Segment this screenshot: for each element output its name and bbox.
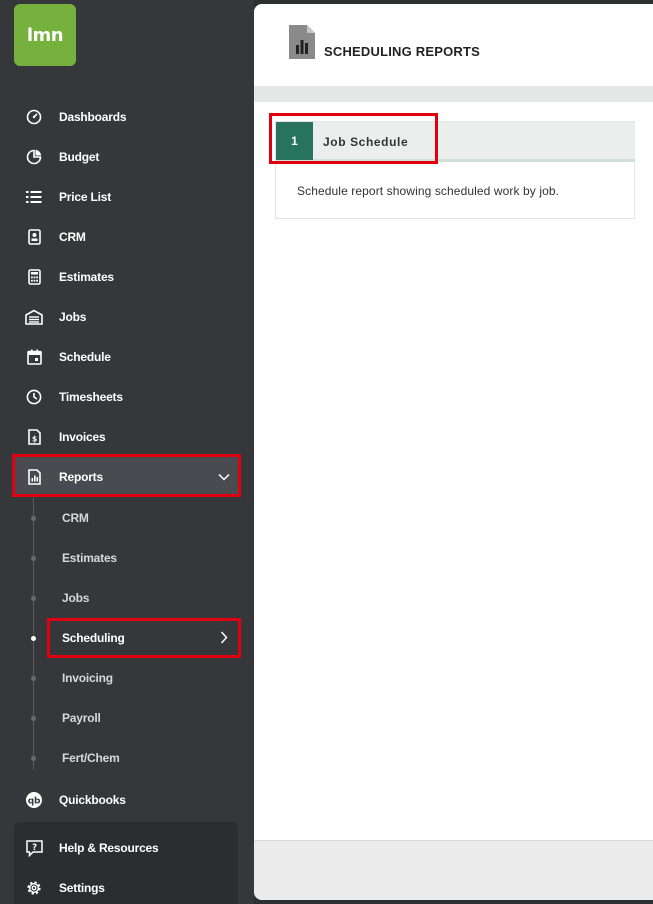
- help-icon: ?: [25, 839, 43, 857]
- sidebar-item-label: Invoices: [59, 430, 106, 444]
- sidebar-item-budget[interactable]: Budget: [14, 137, 240, 177]
- sidebar-item-label: Schedule: [59, 350, 111, 364]
- report-icon: [25, 468, 43, 486]
- sidebar-item-timesheets[interactable]: Timesheets: [14, 377, 240, 417]
- submenu-item-crm[interactable]: CRM: [48, 498, 238, 538]
- submenu-item-label: Jobs: [62, 591, 90, 605]
- sidebar-item-label: Dashboards: [59, 110, 127, 124]
- submenu-item-jobs[interactable]: Jobs: [48, 578, 238, 618]
- submenu-item-payroll[interactable]: Payroll: [48, 698, 238, 738]
- submenu-dot: [31, 596, 36, 601]
- sidebar-item-label: Budget: [59, 150, 100, 164]
- submenu-dot-active: [31, 636, 36, 641]
- sidebar-item-schedule[interactable]: Schedule: [14, 337, 240, 377]
- sidebar-item-label: Jobs: [59, 310, 87, 324]
- submenu-dot: [31, 676, 36, 681]
- submenu-item-label: Fert/Chem: [62, 751, 120, 765]
- sidebar-item-invoices[interactable]: $ Invoices: [14, 417, 240, 457]
- main-content: SCHEDULING REPORTS 1 Job Schedule Schedu…: [254, 4, 653, 900]
- submenu-item-label: Scheduling: [62, 631, 125, 645]
- gear-icon: [25, 879, 43, 897]
- sidebar-item-settings[interactable]: Settings: [14, 868, 240, 904]
- sidebar-item-estimates[interactable]: Estimates: [14, 257, 240, 297]
- sidebar-item-price-list[interactable]: Price List: [14, 177, 240, 217]
- sidebar-item-label: Estimates: [59, 270, 114, 284]
- chevron-down-icon: [218, 470, 230, 484]
- submenu-item-label: Payroll: [62, 711, 101, 725]
- list-icon: [25, 188, 43, 206]
- sidebar-item-quickbooks[interactable]: qb Quickbooks: [14, 780, 240, 820]
- dashboard-gauge-icon: [25, 108, 43, 126]
- sidebar-item-label: Help & Resources: [59, 841, 159, 855]
- report-name[interactable]: Job Schedule: [323, 135, 408, 149]
- page-title: SCHEDULING REPORTS: [324, 44, 481, 59]
- svg-text:$: $: [31, 435, 36, 444]
- contact-card-icon: [25, 228, 43, 246]
- calendar-icon: [25, 348, 43, 366]
- submenu-dot: [31, 516, 36, 521]
- sidebar-item-label: Price List: [59, 190, 112, 204]
- submenu-tree-line: [33, 498, 34, 770]
- lmn-logo[interactable]: lmn: [14, 4, 76, 66]
- logo-text: lmn: [26, 24, 64, 46]
- invoice-icon: $: [25, 428, 43, 446]
- report-card[interactable]: 1 Job Schedule Schedule report showing s…: [275, 121, 635, 219]
- calculator-icon: [25, 268, 43, 286]
- page-header: SCHEDULING REPORTS: [254, 4, 653, 86]
- submenu-dot: [31, 716, 36, 721]
- sidebar-item-label: Timesheets: [59, 390, 123, 404]
- svg-text:qb: qb: [28, 796, 41, 806]
- sidebar-item-dashboards[interactable]: Dashboards: [14, 97, 240, 137]
- submenu-item-label: Estimates: [62, 551, 117, 565]
- sidebar-item-help[interactable]: ? Help & Resources: [14, 828, 240, 868]
- sidebar-item-label: Settings: [59, 881, 105, 895]
- report-description: Schedule report showing scheduled work b…: [297, 184, 560, 198]
- sidebar-item-crm[interactable]: CRM: [14, 217, 240, 257]
- header-divider-strip: [254, 86, 653, 102]
- report-document-icon: [289, 25, 315, 59]
- sidebar-item-reports[interactable]: Reports: [14, 457, 240, 497]
- submenu-dot: [31, 556, 36, 561]
- svg-text:?: ?: [32, 843, 37, 853]
- submenu-item-label: CRM: [62, 511, 89, 525]
- sidebar-item-label: Quickbooks: [59, 793, 126, 807]
- pie-chart-icon: [25, 148, 43, 166]
- report-card-header[interactable]: 1 Job Schedule: [276, 122, 635, 162]
- chevron-right-icon: [220, 631, 228, 647]
- page-footer: [254, 840, 653, 900]
- submenu-item-scheduling[interactable]: Scheduling: [48, 618, 238, 658]
- clock-icon: [25, 388, 43, 406]
- sidebar-item-label: Reports: [59, 470, 103, 484]
- submenu-item-fert-chem[interactable]: Fert/Chem: [48, 738, 238, 778]
- sidebar-item-jobs[interactable]: Jobs: [14, 297, 240, 337]
- sidebar-item-label: CRM: [59, 230, 86, 244]
- sidebar: lmn Dashboards Budget Price List CRM Est…: [0, 0, 254, 904]
- garage-icon: [25, 308, 43, 326]
- submenu-item-label: Invoicing: [62, 671, 113, 685]
- submenu-item-estimates[interactable]: Estimates: [48, 538, 238, 578]
- report-number-badge: 1: [276, 122, 313, 160]
- submenu-dot: [31, 756, 36, 761]
- quickbooks-icon: qb: [25, 791, 43, 809]
- submenu-item-invoicing[interactable]: Invoicing: [48, 658, 238, 698]
